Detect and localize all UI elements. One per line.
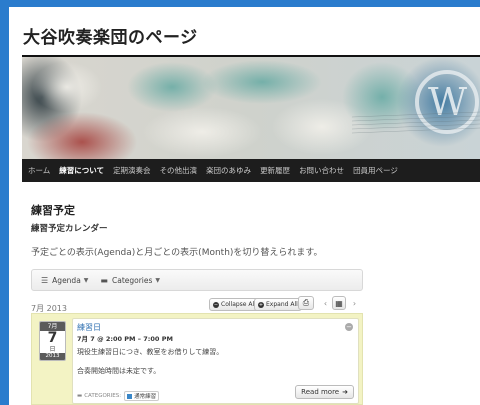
prev-month-button[interactable]: ‹ — [319, 296, 332, 310]
category-tag[interactable]: 通常練習 — [124, 391, 160, 401]
nav-item-concerts[interactable]: 定期演奏会 — [113, 165, 151, 176]
header-banner-image: W — [22, 57, 480, 159]
categories-label: Categories — [111, 275, 153, 285]
agenda-view-dropdown[interactable]: ☰ Agenda ▼ — [41, 276, 88, 285]
event-title[interactable]: 練習日 — [77, 322, 101, 333]
calendar-picker-button[interactable]: ▦ — [332, 296, 346, 310]
collapse-all-button[interactable]: − Collapse All — [209, 298, 260, 311]
page-description: 予定ごとの表示(Agenda)と月ごとの表示(Month)を切り替えられます。 — [31, 248, 323, 258]
nav-item-home[interactable]: ホーム — [28, 165, 50, 176]
calendar-heading: 練習予定カレンダー — [31, 224, 108, 234]
categories-dropdown[interactable]: ▬ Categories ▼ — [100, 276, 160, 285]
watercolor-banner: W — [22, 57, 480, 159]
chevron-right-icon: › — [352, 298, 357, 308]
expand-all-button[interactable]: + Expand All — [254, 298, 302, 311]
list-icon: ☰ — [41, 275, 49, 285]
agenda-label: Agenda — [52, 275, 81, 285]
arrow-right-icon: ➜ — [342, 388, 348, 396]
nav-item-other-performances[interactable]: その他出演 — [160, 165, 198, 176]
read-more-button[interactable]: Read more ➜ — [295, 385, 354, 399]
badge-year: 2013 — [40, 353, 65, 360]
event-card[interactable]: 練習日 7月 7 @ 2:00 PM – 7:00 PM − 現役生練習日につき… — [72, 318, 359, 404]
nav-item-practice[interactable]: 練習について — [59, 165, 104, 176]
badge-day: 7 — [47, 330, 58, 346]
folder-icon: ▬ — [100, 275, 108, 285]
date-badge: 7月 7 日 2013 — [39, 321, 66, 361]
next-month-button[interactable]: › — [348, 296, 361, 310]
caret-down-icon: ▼ — [155, 276, 161, 284]
read-more-label: Read more — [301, 388, 340, 396]
calendar-toolbar: ☰ Agenda ▼ ▬ Categories ▼ — [31, 269, 363, 291]
badge-weekday: 日 — [49, 346, 56, 353]
categories-label: CATEGORIES: — [84, 393, 122, 399]
chevron-left-icon: ‹ — [323, 298, 328, 308]
minus-circle-icon: − — [213, 301, 219, 308]
print-icon: ⎙ — [302, 298, 310, 307]
main-navigation: ホーム 練習について 定期演奏会 その他出演 楽団のあゆみ 更新履歴 お問い合わ… — [22, 159, 480, 182]
calendar-icon: ▦ — [335, 298, 343, 308]
nav-item-members[interactable]: 団員用ページ — [353, 165, 398, 176]
nav-item-updates[interactable]: 更新履歴 — [260, 165, 290, 176]
plus-circle-icon: + — [258, 301, 264, 308]
nav-item-history[interactable]: 楽団のあゆみ — [206, 165, 251, 176]
page: 大谷吹奏楽団のページ W ホーム 練習について 定期演奏会 その他出演 楽団のあ… — [9, 7, 480, 405]
collapse-all-label: Collapse All — [221, 301, 256, 308]
expand-all-label: Expand All — [266, 301, 298, 308]
site-title[interactable]: 大谷吹奏楽団のページ — [23, 23, 198, 48]
category-name: 通常練習 — [134, 394, 157, 400]
collapse-event-icon[interactable]: − — [345, 323, 353, 331]
page-title: 練習予定 — [31, 204, 75, 217]
folder-icon: ▬ — [77, 393, 83, 399]
caret-down-icon: ▼ — [83, 276, 89, 284]
event-description-line: 合奏開始時間は未定です。 — [77, 367, 161, 375]
event-description-line: 現役生練習日につき、教室をお借りして練習。 — [77, 348, 224, 356]
category-color-swatch — [127, 393, 133, 399]
print-button[interactable]: ⎙ — [298, 296, 314, 310]
event-categories: ▬ CATEGORIES: 通常練習 — [77, 391, 160, 401]
agenda-day-row: 7月 7 日 2013 練習日 7月 7 @ 2:00 PM – 7:00 PM… — [31, 313, 363, 405]
event-time: 7月 7 @ 2:00 PM – 7:00 PM — [77, 335, 173, 343]
nav-item-contact[interactable]: お問い合わせ — [299, 165, 344, 176]
